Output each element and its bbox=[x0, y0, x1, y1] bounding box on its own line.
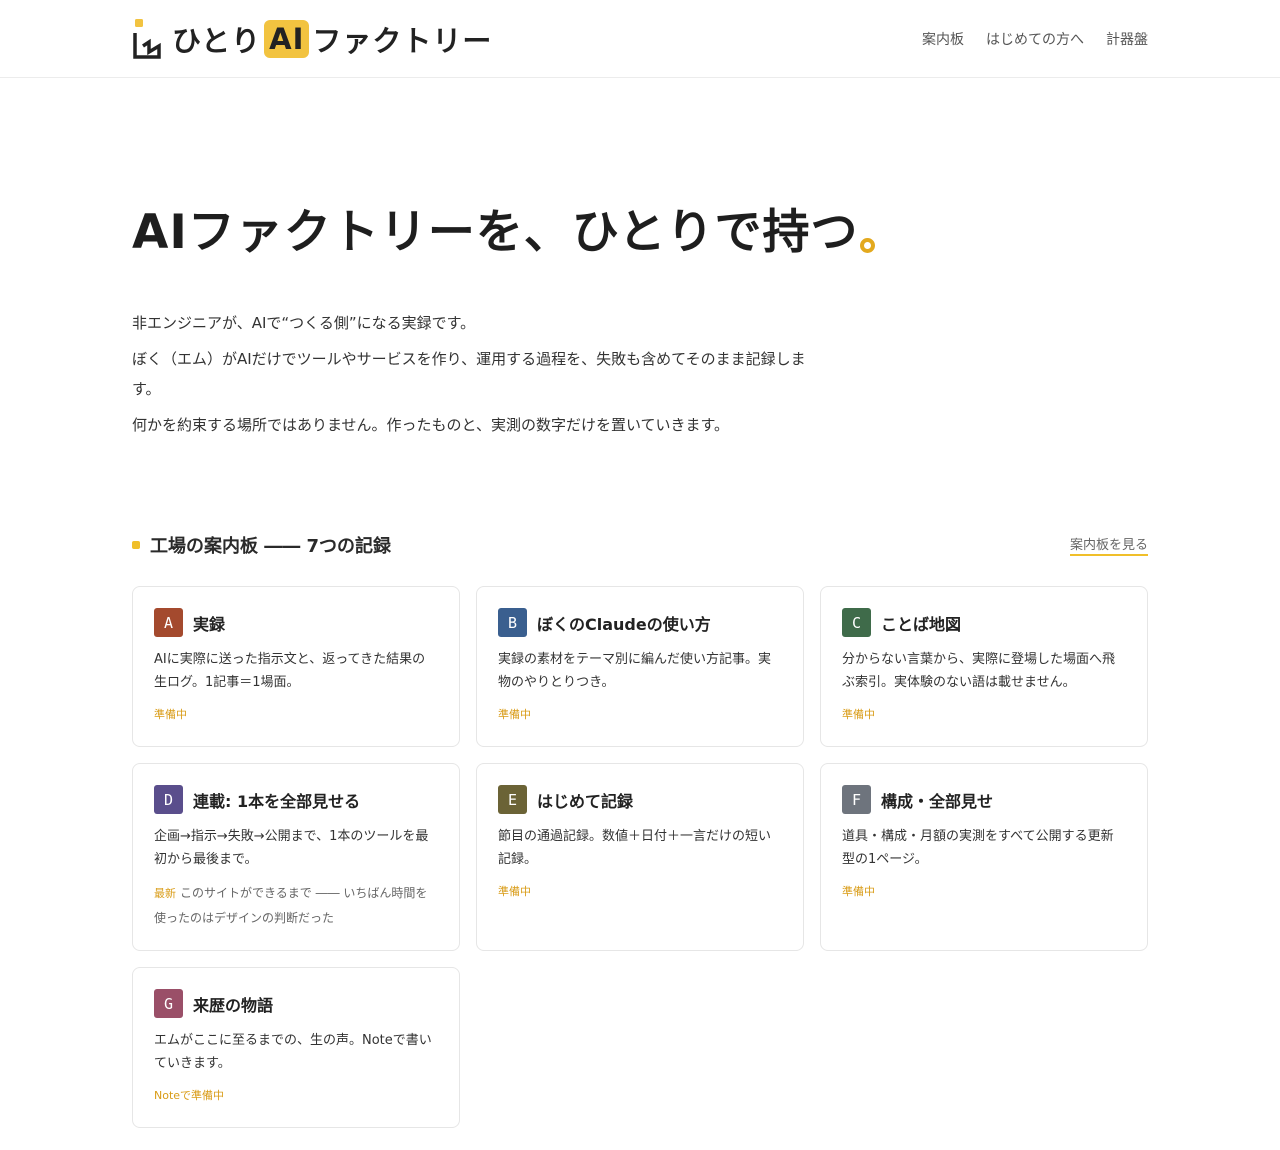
latest-tag: 最新 bbox=[154, 887, 176, 900]
hero-lead-line-3: 何かを約束する場所ではありません。作ったものと、実測の数字だけを置いていきます。 bbox=[132, 416, 730, 434]
logo-wordmark: ひとり AI ファクトリー bbox=[172, 18, 492, 60]
hero-lead: 非エンジニアが、AIで“つくる側”になる実録です。 ぼく（エム）がAIだけでツー… bbox=[132, 308, 812, 440]
card-letter-badge: B bbox=[498, 608, 527, 637]
section-header: 工場の案内板 ―― 7つの記録 案内板を見る bbox=[132, 532, 1148, 558]
card-title: はじめて記録 bbox=[537, 791, 634, 811]
view-guide-board-link[interactable]: 案内板を見る bbox=[1069, 534, 1148, 556]
card-latest-article[interactable]: 最新 このサイトができるまで ―― いちばん時間を使ったのはデザインの判断だった bbox=[154, 881, 438, 930]
card-first-records[interactable]: E はじめて記録 節目の通過記録。数値＋日付＋一言だけの短い記録。 準備中 bbox=[476, 763, 804, 951]
card-title: ことば地図 bbox=[881, 614, 962, 634]
card-letter-badge: D bbox=[154, 785, 183, 814]
card-description: 実録の素材をテーマ別に編んだ使い方記事。実物のやりとりつき。 bbox=[498, 652, 772, 690]
section-bullet-icon bbox=[132, 541, 140, 549]
card-letter-badge: E bbox=[498, 785, 527, 814]
card-title: 構成・全部見せ bbox=[881, 791, 994, 811]
section-title-text: 工場の案内板 ―― 7つの記録 bbox=[150, 536, 392, 557]
card-head: B ぼくのClaudeの使い方 bbox=[498, 608, 782, 637]
hero-title-text: AIファクトリーを、ひとりで持つ bbox=[132, 205, 859, 260]
card-letter-badge: C bbox=[842, 608, 871, 637]
card-head: A 実録 bbox=[154, 608, 438, 637]
card-head: D 連載: 1本を全部見せる bbox=[154, 785, 438, 814]
card-letter-badge: A bbox=[154, 608, 183, 637]
site-logo[interactable]: ひとり AI ファクトリー bbox=[132, 18, 492, 60]
hero-title: AIファクトリーを、ひとりで持つ bbox=[132, 193, 1148, 262]
card-title: 来歴の物語 bbox=[193, 995, 274, 1015]
card-description: 道具・構成・月額の実測をすべて公開する更新型の1ページ。 bbox=[842, 829, 1114, 867]
main-content: AIファクトリーを、ひとりで持つ 非エンジニアが、AIで“つくる側”になる実録で… bbox=[132, 193, 1148, 1128]
card-description: エムがここに至るまでの、生の声。Noteで書いていきます。 bbox=[154, 1033, 432, 1071]
card-head: E はじめて記録 bbox=[498, 785, 782, 814]
site-header: ひとり AI ファクトリー 案内板 はじめての方へ 計器盤 bbox=[0, 0, 1280, 78]
card-head: G 来歴の物語 bbox=[154, 989, 438, 1018]
card-letter-badge: F bbox=[842, 785, 871, 814]
section-title: 工場の案内板 ―― 7つの記録 bbox=[132, 532, 391, 558]
card-claude-usage[interactable]: B ぼくのClaudeの使い方 実録の素材をテーマ別に編んだ使い方記事。実物のや… bbox=[476, 586, 804, 747]
card-grid: A 実録 AIに実際に送った指示文と、返ってきた結果の生ログ。1記事＝1場面。 … bbox=[132, 586, 1148, 1128]
logo-word-ai: AI bbox=[264, 20, 310, 58]
card-description: 分からない言葉から、実際に登場した場面へ飛ぶ索引。実体験のない語は載せません。 bbox=[842, 652, 1116, 690]
card-setup-reveal[interactable]: F 構成・全部見せ 道具・構成・月額の実測をすべて公開する更新型の1ページ。 準… bbox=[820, 763, 1148, 951]
card-title: 連載: 1本を全部見せる bbox=[193, 791, 361, 811]
card-status: 準備中 bbox=[842, 885, 875, 898]
latest-article-title: このサイトができるまで ―― いちばん時間を使ったのはデザインの判断だった bbox=[154, 886, 428, 925]
card-word-map[interactable]: C ことば地図 分からない言葉から、実際に登場した場面へ飛ぶ索引。実体験のない語… bbox=[820, 586, 1148, 747]
hero-lead-line-2: ぼく（エム）がAIだけでツールやサービスを作り、運用する過程を、失敗も含めてその… bbox=[132, 350, 806, 398]
hero-period-dot-icon bbox=[860, 238, 876, 253]
card-status: Noteで準備中 bbox=[154, 1089, 225, 1102]
card-description: 企画→指示→失敗→公開まで、1本のツールを最初から最後まで。 bbox=[154, 829, 429, 867]
nav-link-guide-board[interactable]: 案内板 bbox=[922, 29, 964, 49]
card-head: F 構成・全部見せ bbox=[842, 785, 1126, 814]
card-jitsuroku[interactable]: A 実録 AIに実際に送った指示文と、返ってきた結果の生ログ。1記事＝1場面。 … bbox=[132, 586, 460, 747]
card-letter-badge: G bbox=[154, 989, 183, 1018]
main-nav: 案内板 はじめての方へ 計器盤 bbox=[922, 29, 1148, 49]
header-inner: ひとり AI ファクトリー 案内板 はじめての方へ 計器盤 bbox=[132, 0, 1148, 78]
card-description: 節目の通過記録。数値＋日付＋一言だけの短い記録。 bbox=[498, 829, 772, 867]
card-status: 準備中 bbox=[498, 885, 531, 898]
card-status: 準備中 bbox=[498, 708, 531, 721]
card-title: ぼくのClaudeの使い方 bbox=[537, 614, 711, 634]
card-origin-story[interactable]: G 来歴の物語 エムがここに至るまでの、生の声。Noteで書いていきます。 No… bbox=[132, 967, 460, 1128]
logo-word-after: ファクトリー bbox=[312, 24, 493, 58]
card-status: 準備中 bbox=[842, 708, 875, 721]
card-status: 準備中 bbox=[154, 708, 187, 721]
card-description: AIに実際に送った指示文と、返ってきた結果の生ログ。1記事＝1場面。 bbox=[154, 652, 426, 690]
nav-link-dashboard[interactable]: 計器盤 bbox=[1106, 29, 1148, 49]
card-head: C ことば地図 bbox=[842, 608, 1126, 637]
card-title: 実録 bbox=[193, 614, 226, 634]
nav-link-first-visit[interactable]: はじめての方へ bbox=[986, 29, 1084, 49]
hero-lead-line-1: 非エンジニアが、AIで“つくる側”になる実録です。 bbox=[132, 314, 476, 332]
factory-logo-icon bbox=[132, 18, 162, 60]
logo-word-before: ひとり bbox=[172, 24, 262, 58]
card-serial[interactable]: D 連載: 1本を全部見せる 企画→指示→失敗→公開まで、1本のツールを最初から… bbox=[132, 763, 460, 951]
